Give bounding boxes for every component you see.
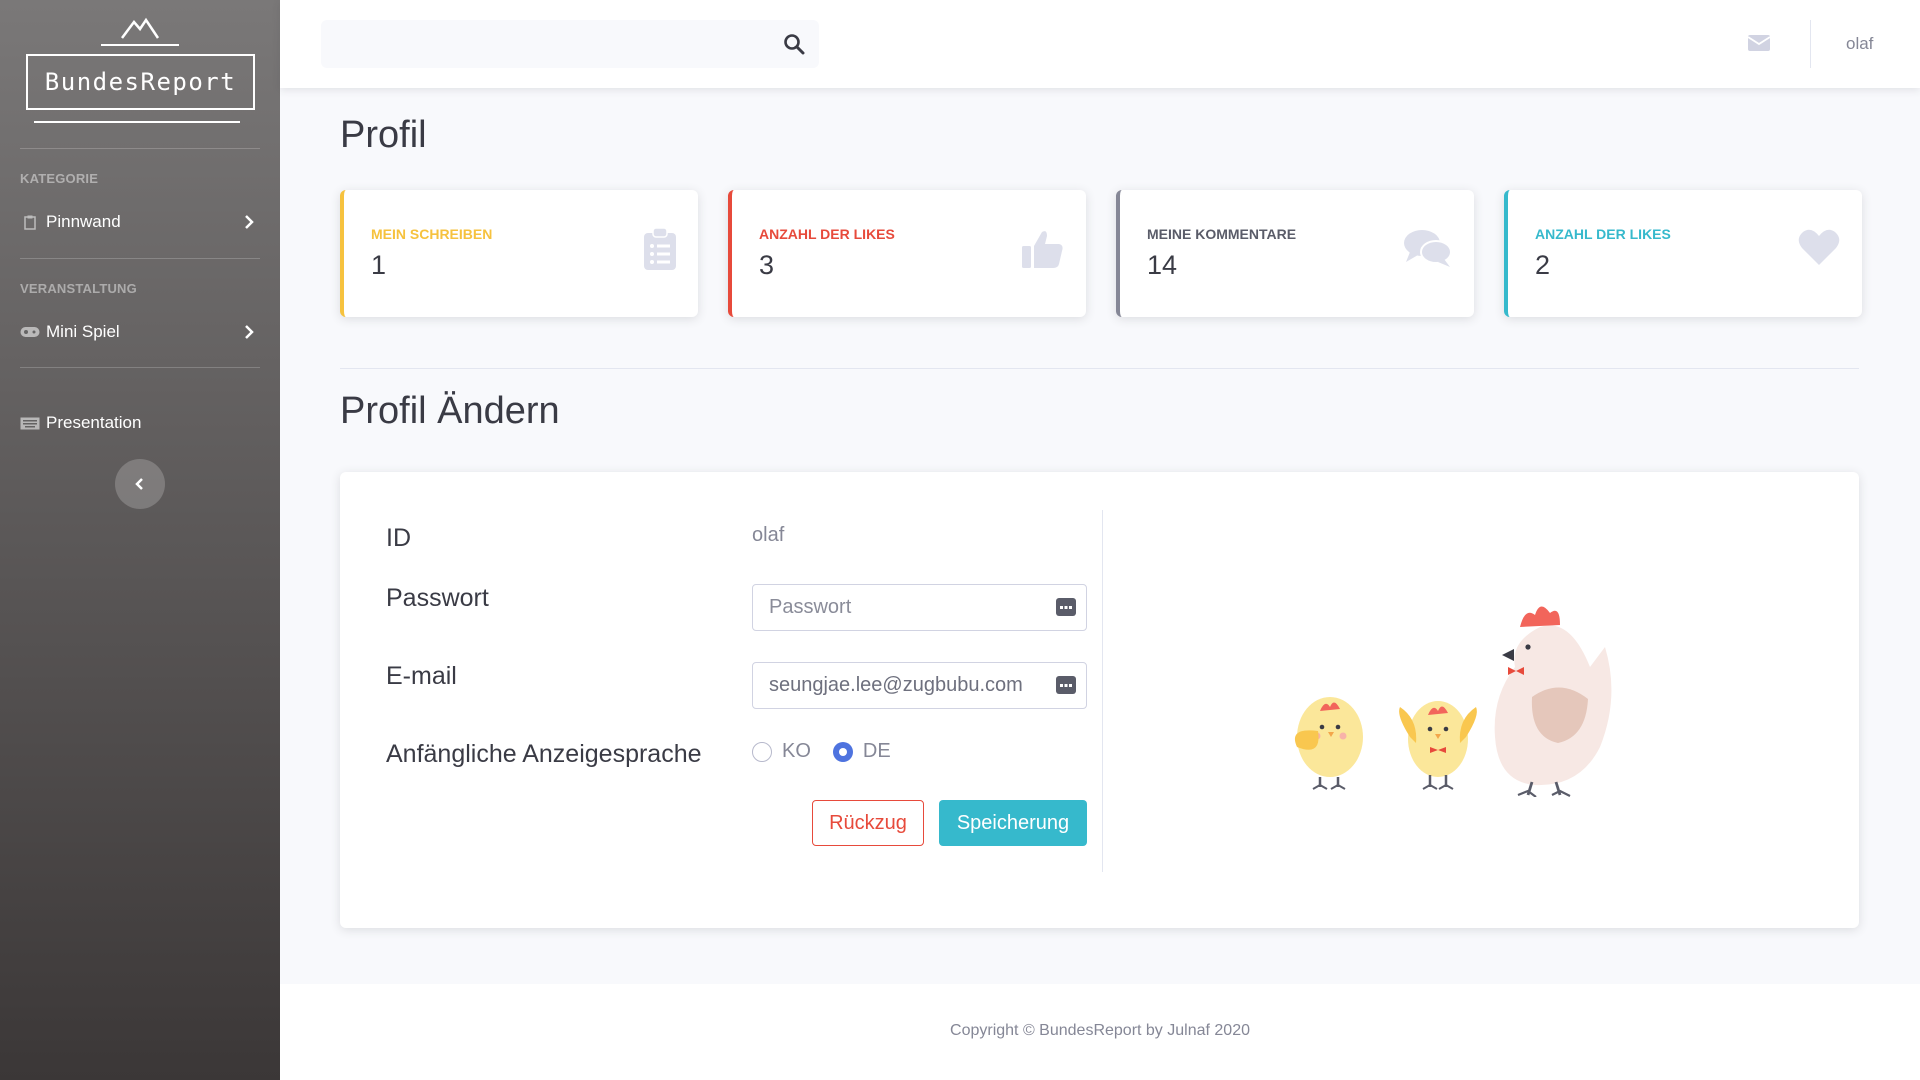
- sidebar-item-presentation[interactable]: Presentation: [20, 408, 260, 438]
- profile-edit-card: ID olaf Passwort E-mail Anfängliche Anze…: [340, 472, 1859, 928]
- sidebar-divider: [20, 148, 260, 149]
- stat-value: 1: [371, 250, 387, 280]
- email-label: E-mail: [386, 662, 457, 690]
- stat-label: MEIN SCHREIBEN: [371, 226, 493, 242]
- radio-button[interactable]: [752, 741, 772, 762]
- chevron-left-icon: [135, 478, 143, 490]
- language-radio-group: KO DE: [752, 740, 913, 763]
- radio-ko[interactable]: KO: [752, 740, 811, 763]
- topbar: olaf: [280, 0, 1920, 88]
- heart-icon: [1798, 229, 1840, 265]
- form-vertical-divider: [1102, 510, 1103, 872]
- stat-card-posts: MEIN SCHREIBEN 1: [340, 190, 698, 317]
- email-field: [752, 662, 1087, 709]
- radio-de[interactable]: DE: [832, 740, 891, 763]
- hen: [1494, 606, 1612, 797]
- sidebar-item-pinnwand[interactable]: Pinnwand: [20, 207, 260, 237]
- chick-2: [1399, 701, 1477, 790]
- section-title: Profil Ändern: [340, 390, 560, 432]
- chevron-right-icon: [245, 215, 254, 229]
- password-input[interactable]: [753, 585, 1043, 630]
- sidebar-heading-kategorie: KATEGORIE: [20, 171, 99, 186]
- stat-label: MEINE KOMMENTARE: [1147, 226, 1297, 242]
- radio-button-checked[interactable]: [832, 741, 853, 762]
- email-input[interactable]: [753, 663, 1043, 708]
- search-input[interactable]: [321, 20, 761, 68]
- sidebar-item-label: Presentation: [46, 413, 142, 432]
- id-value: olaf: [752, 524, 785, 546]
- mountain-icon: [121, 17, 160, 39]
- keyboard-icon[interactable]: [1056, 598, 1076, 616]
- topbar-divider: [1810, 20, 1811, 68]
- radio-label: KO: [782, 740, 811, 762]
- sidebar-toggle-button[interactable]: [115, 459, 165, 509]
- chevron-right-icon: [245, 325, 254, 339]
- keyboard-icon[interactable]: [1056, 676, 1076, 694]
- thumbs-up-icon: [1022, 231, 1063, 268]
- section-divider: [340, 368, 1859, 369]
- brand-line-top: [101, 44, 179, 46]
- footer: Copyright © BundesReport by Julnaf 2020: [280, 984, 1920, 1080]
- sidebar-heading-veranstaltung: VERANSTALTUNG: [20, 281, 137, 296]
- search-icon[interactable]: [783, 33, 805, 55]
- language-label: Anfängliche Anzeigesprache: [386, 740, 702, 768]
- search-bar: [321, 20, 819, 68]
- brand-logo[interactable]: BundesReport: [24, 14, 257, 128]
- comments-icon: [1404, 230, 1452, 267]
- stat-value: 2: [1535, 250, 1551, 280]
- stat-value: 14: [1147, 250, 1178, 280]
- brand-line-bottom: [34, 121, 240, 123]
- clipboard-icon: [20, 215, 40, 230]
- password-field: [752, 584, 1087, 631]
- sidebar: BundesReport KATEGORIE Pinnwand VERANSTA…: [0, 0, 280, 1080]
- sidebar-item-label: Pinnwand: [46, 212, 121, 231]
- gamepad-icon: [20, 326, 40, 338]
- password-label: Passwort: [386, 584, 489, 612]
- keyboard-icon: [20, 417, 40, 430]
- stat-card-comments: MEINE KOMMENTARE 14: [1116, 190, 1474, 317]
- save-button[interactable]: Speicherung: [939, 800, 1087, 846]
- sidebar-item-label: Mini Spiel: [46, 322, 120, 341]
- chicken-illustration: [1294, 606, 1612, 797]
- stat-label: ANZAHL DER LIKES: [1535, 226, 1671, 242]
- stat-value: 3: [759, 250, 775, 280]
- radio-label: DE: [862, 740, 891, 762]
- user-menu[interactable]: olaf: [1846, 34, 1873, 54]
- stat-card-liked: ANZAHL DER LIKES 2: [1504, 190, 1862, 317]
- brand-name: BundesReport: [44, 68, 237, 96]
- clipboard-list-icon: [644, 228, 676, 270]
- brand-box: BundesReport: [26, 54, 255, 110]
- footer-copyright: Copyright © BundesReport by Julnaf 2020: [950, 1022, 1250, 1039]
- sidebar-divider: [20, 258, 260, 259]
- id-label: ID: [386, 524, 411, 552]
- cancel-button[interactable]: Rückzug: [812, 800, 924, 846]
- stat-label: ANZAHL DER LIKES: [759, 226, 895, 242]
- sidebar-divider: [20, 367, 260, 368]
- stat-card-likes: ANZAHL DER LIKES 3: [728, 190, 1086, 317]
- sidebar-item-mini-spiel[interactable]: Mini Spiel: [20, 317, 260, 347]
- envelope-icon[interactable]: [1747, 33, 1771, 53]
- chick-1: [1294, 697, 1363, 790]
- page-title: Profil: [340, 114, 427, 156]
